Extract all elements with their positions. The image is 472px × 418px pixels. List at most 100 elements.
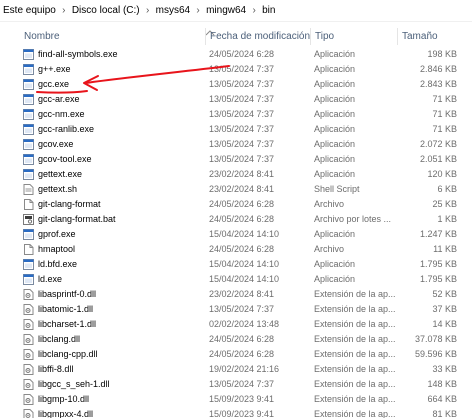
file-row[interactable]: gcc.exe 13/05/2024 7:37 Aplicación 2.843 KB [0,77,472,92]
file-name: gprof.exe [38,229,76,239]
file-type: Extensión de la ap... [314,319,396,329]
file-date: 13/05/2024 7:37 [209,124,275,134]
file-type: Extensión de la ap... [314,379,396,389]
file-date: 24/05/2024 6:28 [209,49,275,59]
file-size: 1.795 KB [419,274,457,284]
dll-icon [23,334,34,345]
file-row[interactable]: libasprintf-0.dll 23/02/2024 8:41 Extensió… [0,287,472,302]
file-row[interactable]: libgmp-10.dll 15/09/2023 9:41 Extensión de… [0,392,472,407]
column-header-row: Nombre Fecha de modificación Tipo Tamaño [0,28,472,45]
file-size: 14 KB [432,319,457,329]
file-row[interactable]: libgmpxx-4.dll 15/09/2023 9:41 Extensión d… [0,407,472,418]
file-row[interactable]: gettext.sh 23/02/2024 8:41 Shell Script 6 K… [0,182,472,197]
file-row[interactable]: gettext.exe 23/02/2024 8:41 Aplicación 120 … [0,167,472,182]
file-name: libgmpxx-4.dll [38,409,94,418]
file-row[interactable]: libgcc_s_seh-1.dll 13/05/2024 7:37 Extensi… [0,377,472,392]
file-name: libcharset-1.dll [38,319,97,329]
file-date: 13/05/2024 7:37 [209,94,275,104]
file-type: Aplicación [314,229,356,239]
file-name: git-clang-format [38,199,101,209]
file-date: 24/05/2024 6:28 [209,349,275,359]
file-type: Extensión de la ap... [314,394,396,404]
file-row[interactable]: gcov-tool.exe 13/05/2024 7:37 Aplicación 2.… [0,152,472,167]
chevron-right-icon: › [145,5,150,16]
file-row[interactable]: ld.bfd.exe 15/04/2024 14:10 Aplicación 1.79… [0,257,472,272]
breadcrumb: Este equipo › Disco local (C:) › msys64 › ming… [0,0,472,22]
file-name: libgcc_s_seh-1.dll [38,379,110,389]
exe-icon [23,259,34,270]
file-type: Aplicación [314,139,356,149]
chevron-right-icon: › [62,5,66,16]
file-size: 1 KB [437,214,457,224]
file-size: 71 KB [432,124,457,134]
file-row[interactable]: g++.exe 13/05/2024 7:37 Aplicación 2.846 KB [0,62,472,77]
file-row[interactable]: libatomic-1.dll 13/05/2024 7:37 Extensión … [0,302,472,317]
dll-icon [23,304,34,315]
exe-icon [23,109,34,120]
breadcrumb-item[interactable]: Este equipo [2,5,57,16]
script-icon [23,184,34,195]
exe-icon [23,274,34,285]
file-size: 11 KB [433,244,457,254]
file-type: Aplicación [314,79,356,89]
file-type: Shell Script [314,184,360,194]
file-type: Aplicación [314,109,356,119]
breadcrumb-item[interactable]: msys64 [155,5,191,16]
file-size: 664 KB [427,394,457,404]
file-row[interactable]: hmaptool 24/05/2024 6:28 Archivo 11 KB [0,242,472,257]
breadcrumb-item[interactable]: bin [261,5,276,16]
file-type: Extensión de la ap... [314,409,396,418]
file-type: Aplicación [314,259,356,269]
file-row[interactable]: libcharset-1.dll 02/02/2024 13:48 Extensió… [0,317,472,332]
file-date: 15/04/2024 14:10 [209,229,280,239]
file-name: hmaptool [38,244,76,254]
file-type: Extensión de la ap... [314,289,396,299]
file-type: Aplicación [314,64,356,74]
column-header-name[interactable]: Nombre [20,28,205,45]
file-name: gcov.exe [38,139,74,149]
file-type: Aplicación [314,49,356,59]
file-row[interactable]: gcc-nm.exe 13/05/2024 7:37 Aplicación 71 KB [0,107,472,122]
column-header-size[interactable]: Tamaño [397,28,472,45]
file-name: gettext.sh [38,184,78,194]
file-date: 19/02/2024 21:16 [209,364,280,374]
dll-icon [23,364,34,375]
file-row[interactable]: libffi-8.dll 19/02/2024 21:16 Extensión de… [0,362,472,377]
column-header-date[interactable]: Fecha de modificación [205,28,310,45]
file-size: 71 KB [432,94,457,104]
column-header-type[interactable]: Tipo [310,28,397,45]
file-row[interactable]: gprof.exe 15/04/2024 14:10 Aplicación 1.247… [0,227,472,242]
file-type: Extensión de la ap... [314,349,396,359]
file-row[interactable]: ld.exe 15/04/2024 14:10 Aplicación 1.795 KB [0,272,472,287]
dll-icon [23,409,34,418]
file-size: 148 KB [427,379,457,389]
file-row[interactable]: gcc-ranlib.exe 13/05/2024 7:37 Aplicación 7… [0,122,472,137]
file-row[interactable]: git-clang-format.bat 24/05/2024 6:28 Archi… [0,212,472,227]
breadcrumb-item[interactable]: Disco local (C:) [71,5,141,16]
file-date: 24/05/2024 6:28 [209,334,275,344]
file-type: Aplicación [314,274,356,284]
file-name: git-clang-format.bat [38,214,116,224]
file-date: 23/02/2024 8:41 [209,184,275,194]
file-type: Aplicación [314,94,356,104]
breadcrumb-item[interactable]: mingw64 [205,5,247,16]
file-name: gcov-tool.exe [38,154,92,164]
file-row[interactable]: gcov.exe 13/05/2024 7:37 Aplicación 2.072 K… [0,137,472,152]
file-name: libclang.dll [38,334,81,344]
dll-icon [23,349,34,360]
exe-icon [23,169,34,180]
file-row[interactable]: git-clang-format 24/05/2024 6:28 Archivo 25… [0,197,472,212]
exe-icon [23,79,34,90]
file-row[interactable]: find-all-symbols.exe 24/05/2024 6:28 Aplic… [0,47,472,62]
file-name: libatomic-1.dll [38,304,94,314]
file-type: Extensión de la ap... [314,364,396,374]
bat-icon [23,214,34,225]
file-name: gcc-ranlib.exe [38,124,95,134]
file-row[interactable]: gcc-ar.exe 13/05/2024 7:37 Aplicación 71 KB [0,92,472,107]
file-name: gcc-nm.exe [38,109,85,119]
exe-icon [23,139,34,150]
file-row[interactable]: libclang.dll 24/05/2024 6:28 Extensión de … [0,332,472,347]
file-row[interactable]: libclang-cpp.dll 24/05/2024 6:28 Extensión… [0,347,472,362]
exe-icon [23,49,34,60]
exe-icon [23,229,34,240]
